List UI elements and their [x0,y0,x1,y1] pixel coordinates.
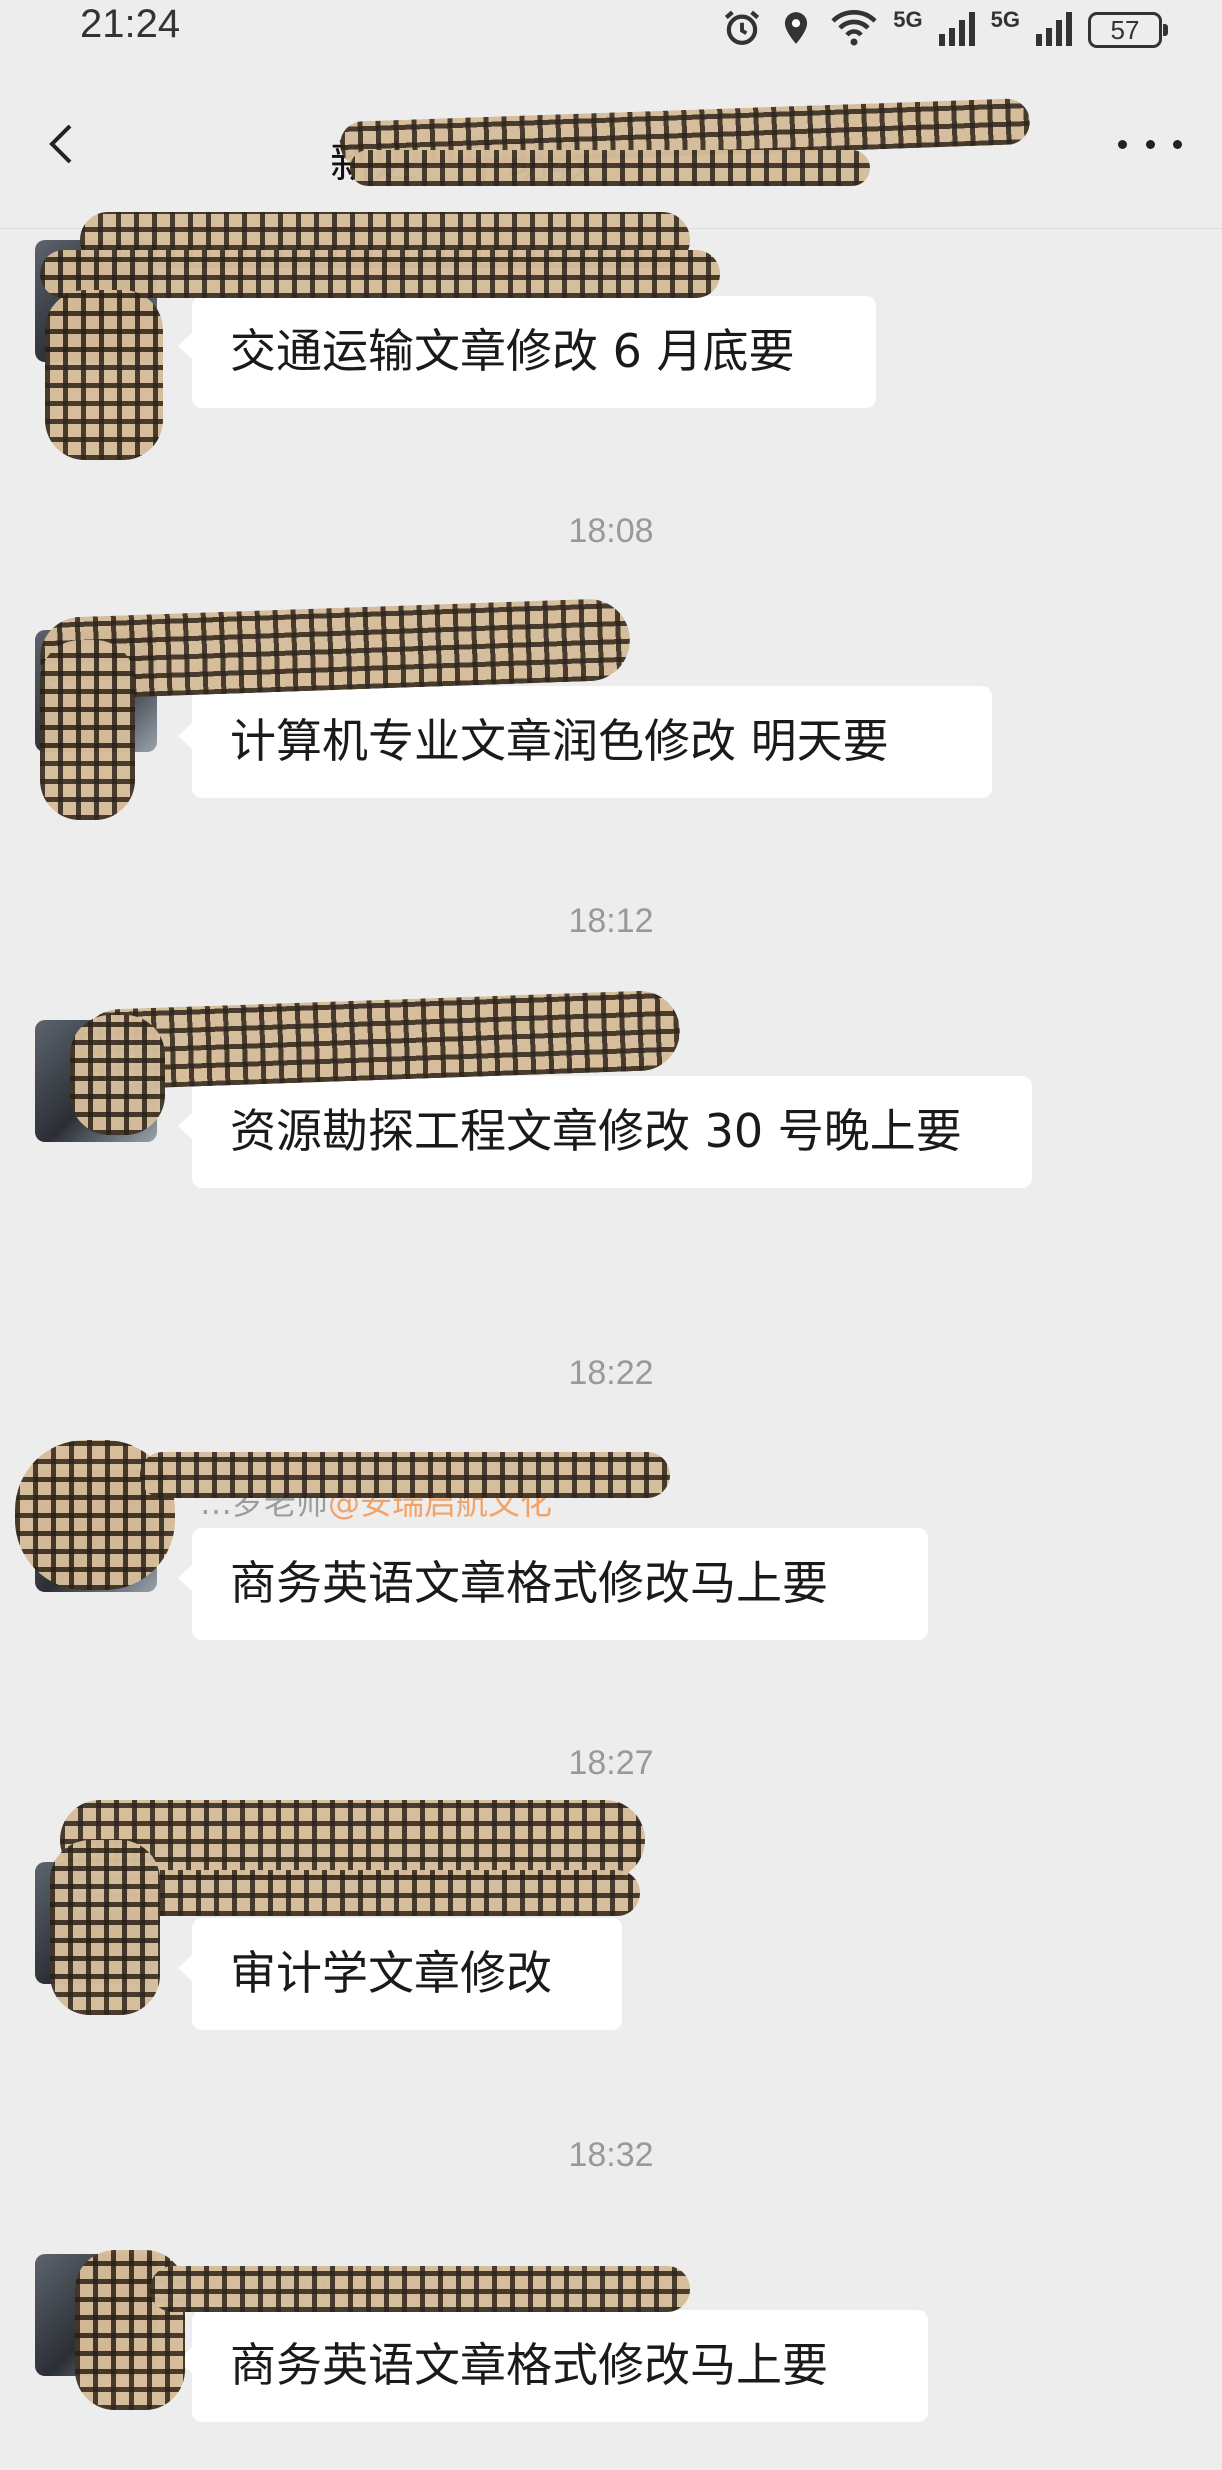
more-icon [1145,139,1155,149]
chat-header: 新进一千助教 [0,60,1222,229]
message-bubble[interactable]: 商务英语文章格式修改马上要 [178,1528,928,1640]
sender-name: …罗老师@安瑞启航文化 [200,1478,552,1524]
avatar[interactable] [35,2254,157,2376]
message-bubble[interactable]: 资源勘探工程文章修改 30 号晚上要 [178,1076,1032,1188]
status-icons: 5G 5G 57 [721,6,1168,54]
sender-org: @安瑞启航文化 [328,2268,553,2306]
signal-icon [1034,8,1074,52]
avatar[interactable] [35,630,157,752]
wifi-icon [829,7,879,53]
chat-title: 新进一千助教 [330,137,594,188]
status-time: 21:24 [80,2,181,46]
message-timestamp: 18:08 [568,512,654,550]
battery-icon: 57 [1088,12,1168,48]
status-bar: 21:24 5G 5G 57 [0,0,1222,60]
message-bubble[interactable]: 交通运输文章修改 6 月底要 [178,296,876,408]
chevron-left-icon [49,124,72,164]
more-icon [1118,139,1127,149]
avatar[interactable] [35,1862,157,1984]
avatar[interactable] [35,240,157,362]
network-type-1: 5G [893,7,923,32]
sender-label: …罗老师 [200,1484,329,1522]
sender-org: @安 [296,1034,361,1072]
message-timestamp: 18:22 [568,1354,654,1392]
more-icon [1173,139,1182,149]
alarm-icon [721,7,763,53]
message-timestamp: 18:32 [568,2136,654,2174]
location-icon [777,7,815,53]
network-type-2: 5G [990,7,1020,32]
signal-icon [937,8,977,52]
avatar[interactable] [35,1020,157,1142]
sender-org: @安瑞启航文化 [328,1484,553,1522]
sender-name: 土罗老师@安瑞启航文化 [200,2262,552,2308]
message-bubble[interactable]: 商务英语文章格式修改马上要 [178,2310,928,2422]
more-button[interactable] [1118,126,1182,162]
back-button[interactable] [40,120,88,168]
message-bubble[interactable]: 审计学文章修改 [178,1918,622,2030]
message-bubble[interactable]: 计算机专业文章润色修改 明天要 [178,686,992,798]
sender-name: 建老师@安 [200,1028,360,1074]
sender-label: 土罗老师 [200,2268,329,2306]
message-timestamp: 18:27 [568,1744,654,1782]
sender-label: 建老师 [200,1034,297,1072]
message-timestamp: 18:12 [568,902,654,940]
avatar[interactable] [35,1470,157,1592]
